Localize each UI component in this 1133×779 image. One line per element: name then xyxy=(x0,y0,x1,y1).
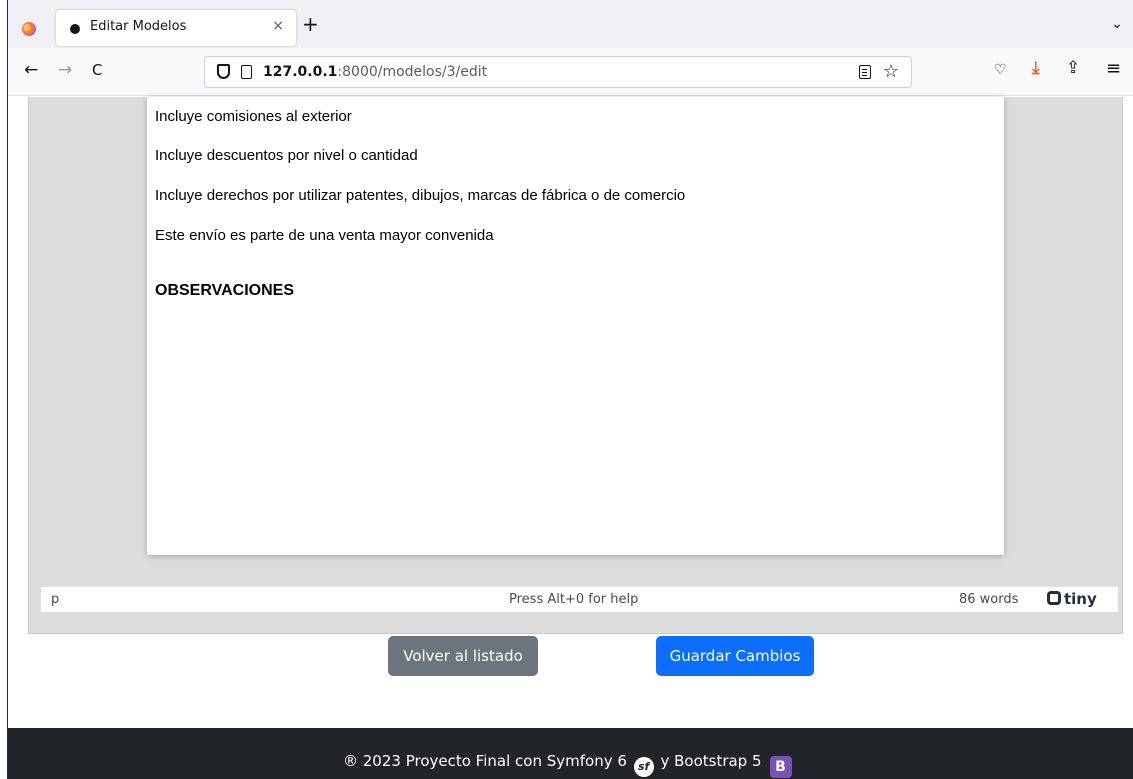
editor-document[interactable]: Incluye comisiones al exterior Incluye d… xyxy=(147,97,1004,555)
tiny-brand-label: tiny xyxy=(1064,590,1097,608)
editor-paragraph[interactable]: Este envío es parte de una venta mayor c… xyxy=(155,227,494,244)
list-tabs-chevron-icon[interactable]: ⌄ xyxy=(1111,16,1123,32)
help-hint: Press Alt+0 for help xyxy=(509,592,639,607)
editor-heading-observaciones[interactable]: OBSERVACIONES xyxy=(155,282,294,300)
footer-text-bootstrap: y Bootstrap 5 xyxy=(660,752,762,770)
bookmark-star-icon[interactable]: ☆ xyxy=(883,61,899,82)
extensions-icon[interactable]: ⇪ xyxy=(1066,58,1080,78)
tiny-brand-link[interactable]: tiny xyxy=(1047,590,1097,608)
reload-button[interactable]: C xyxy=(92,61,102,79)
tab-title: Editar Modelos xyxy=(90,19,187,34)
tiny-logo-icon xyxy=(1047,591,1061,605)
window-edge xyxy=(0,0,8,779)
page-footer: ® 2023 Proyecto Final con Symfony 6 sf y… xyxy=(8,728,1133,779)
firefox-icon[interactable] xyxy=(22,22,36,36)
editor-paragraph[interactable]: Incluye derechos por utilizar patentes, … xyxy=(155,187,685,204)
navigation-toolbar: ← → C 127.0.0.1:8000/modelos/3/edit ☆ ♡ … xyxy=(8,48,1133,96)
page-info-icon[interactable] xyxy=(241,65,252,79)
app-menu-icon[interactable]: ≡ xyxy=(1106,58,1121,79)
symfony-logo-icon: sf xyxy=(633,757,654,777)
tab-strip: Editar Modelos × + ⌄ xyxy=(8,0,1133,48)
reader-view-icon[interactable] xyxy=(859,65,871,79)
forward-button[interactable]: → xyxy=(58,60,72,80)
word-count[interactable]: 86 words xyxy=(959,592,1018,607)
url-host: 127.0.0.1 xyxy=(263,64,338,80)
url-text[interactable]: 127.0.0.1:8000/modelos/3/edit xyxy=(263,64,487,80)
element-path[interactable]: p xyxy=(51,592,59,607)
tab-close-icon[interactable]: × xyxy=(272,18,284,34)
footer-credits: ® 2023 Proyecto Final con Symfony 6 sf y… xyxy=(343,752,792,778)
tab-editar-modelos[interactable]: Editar Modelos × xyxy=(56,10,296,46)
pocket-icon[interactable]: ♡ xyxy=(994,62,1007,78)
footer-text-symfony: ® 2023 Proyecto Final con Symfony 6 xyxy=(343,752,627,770)
browser-window: Editar Modelos × + ⌄ ← → C 127.0.0.1:800… xyxy=(8,0,1133,779)
save-changes-button[interactable]: Guardar Cambios xyxy=(656,636,814,676)
url-path: :8000/modelos/3/edit xyxy=(337,64,488,80)
address-bar[interactable]: 127.0.0.1:8000/modelos/3/edit ☆ xyxy=(204,56,912,88)
editor-paragraph[interactable]: Incluye comisiones al exterior xyxy=(155,108,352,125)
editor-paragraph[interactable]: Incluye descuentos por nivel o cantidad xyxy=(155,147,418,164)
rich-text-editor: Incluye comisiones al exterior Incluye d… xyxy=(28,97,1123,634)
tracking-protection-icon[interactable] xyxy=(217,64,230,79)
back-to-list-button[interactable]: Volver al listado xyxy=(388,636,538,676)
bootstrap-logo-icon: B xyxy=(769,756,792,778)
tab-favicon-icon xyxy=(70,24,80,34)
downloads-icon[interactable]: ⤓ xyxy=(1032,58,1040,78)
new-tab-button[interactable]: + xyxy=(302,14,319,34)
back-button[interactable]: ← xyxy=(24,60,38,80)
editor-statusbar: p Press Alt+0 for help 86 words tiny xyxy=(41,586,1118,612)
page-content: Incluye comisiones al exterior Incluye d… xyxy=(8,97,1133,779)
